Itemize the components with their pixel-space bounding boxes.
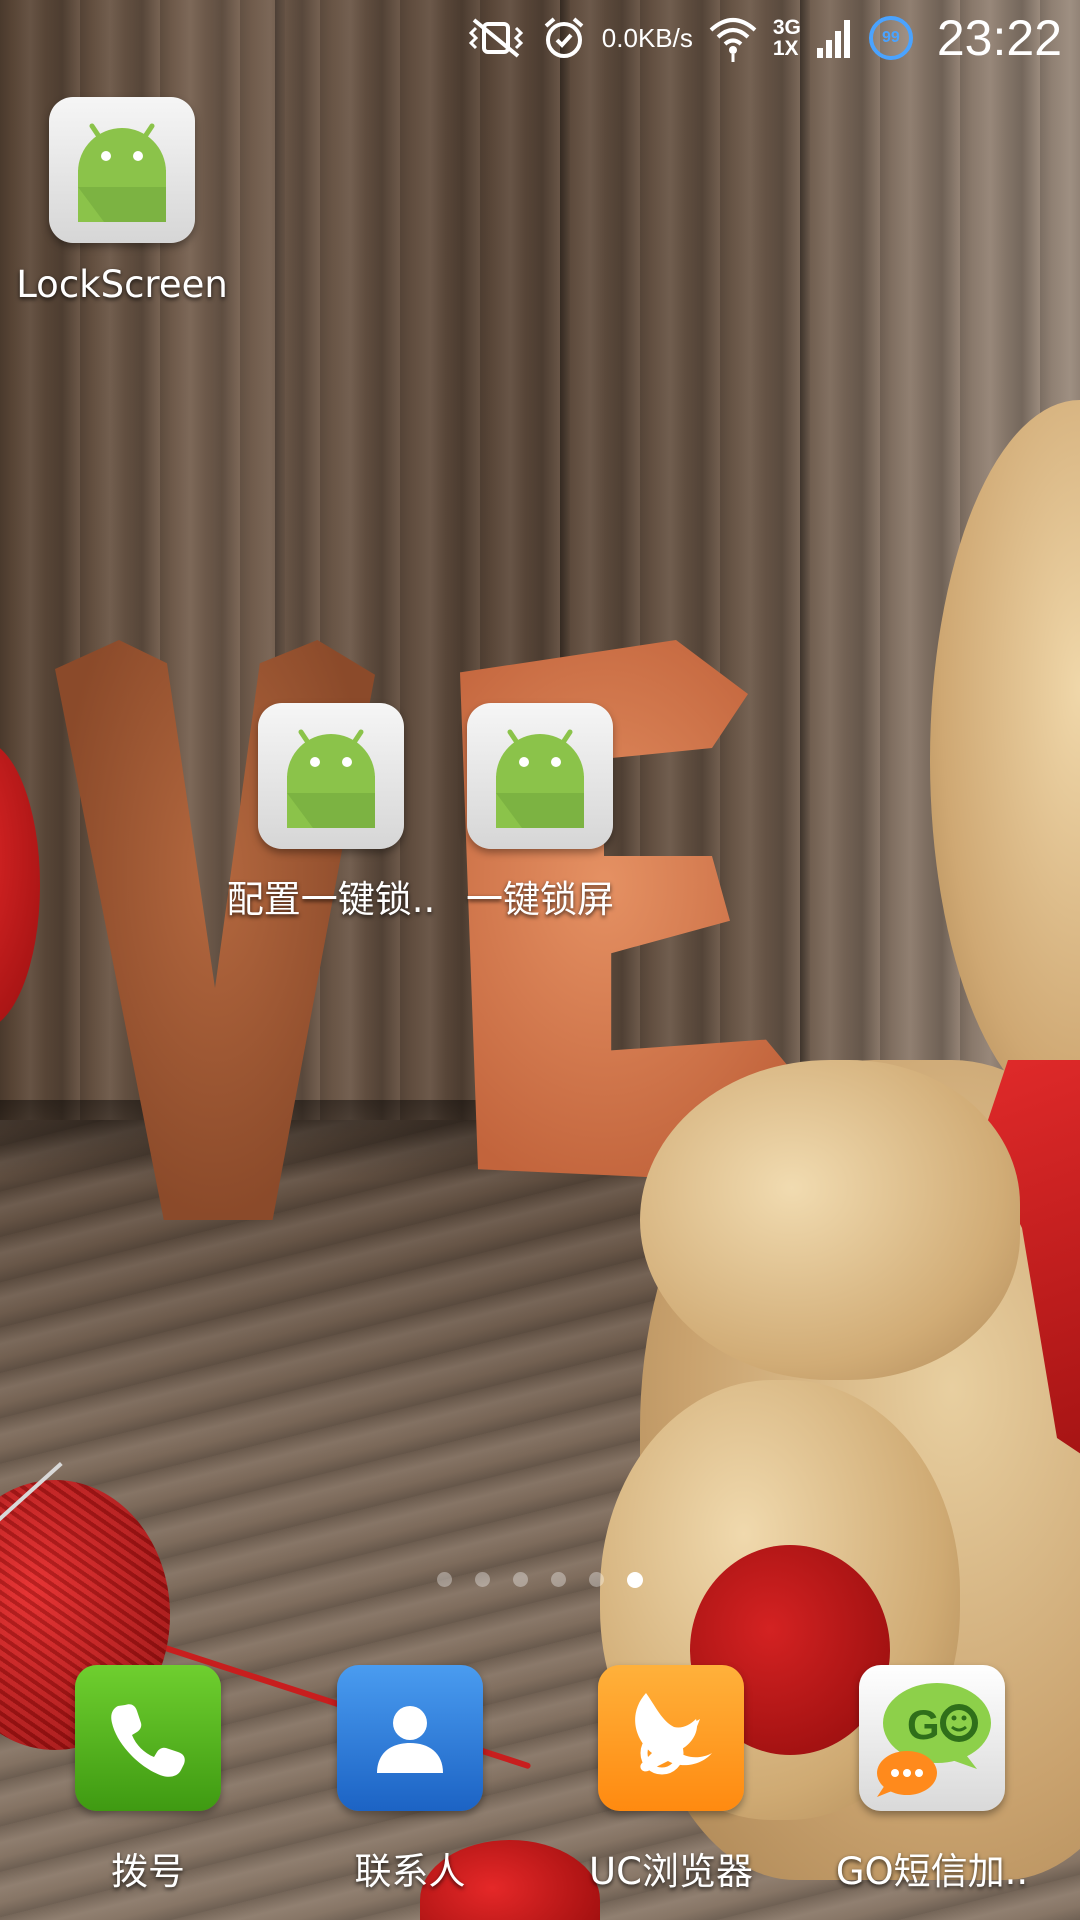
go-sms-icon: G bbox=[859, 1665, 1005, 1811]
network-type: 3G 1X bbox=[773, 17, 801, 59]
app-label: LockScreen bbox=[16, 263, 228, 306]
network-speed: 0.0KB/s bbox=[601, 22, 693, 53]
app-label: 拨号 bbox=[111, 1850, 185, 1893]
app-label: UC浏览器 bbox=[589, 1850, 753, 1893]
vibrate-mute-icon bbox=[466, 16, 526, 60]
app-lockscreen[interactable]: LockScreen bbox=[16, 97, 228, 306]
android-icon bbox=[467, 703, 613, 849]
alarm-clock-icon bbox=[540, 14, 588, 62]
wallpaper-teddy-arm bbox=[640, 1060, 1020, 1380]
app-label: 配置一键锁.. bbox=[226, 878, 436, 921]
android-icon bbox=[49, 97, 195, 243]
page-dot[interactable] bbox=[475, 1572, 490, 1587]
page-dot[interactable] bbox=[551, 1572, 566, 1587]
app-label: 联系人 bbox=[354, 1850, 466, 1893]
network-type-primary: 3G bbox=[772, 16, 801, 39]
app-config-one-key-lock[interactable]: 配置一键锁.. bbox=[226, 703, 436, 923]
home-screen: 0.0KB/s 3G 1X 99 23:22 LockScreen 配置一键锁.… bbox=[0, 0, 1080, 1920]
status-bar: 0.0KB/s 3G 1X 99 23:22 bbox=[0, 0, 1080, 76]
dock-app-contacts[interactable]: 联系人 bbox=[305, 1665, 515, 1895]
app-label: 一键锁屏 bbox=[466, 878, 614, 921]
wifi-icon bbox=[707, 12, 759, 64]
page-indicator bbox=[0, 1572, 1080, 1588]
uc-squirrel-icon bbox=[598, 1665, 744, 1811]
phone-icon bbox=[75, 1665, 221, 1811]
app-one-key-lock[interactable]: 一键锁屏 bbox=[435, 703, 645, 923]
page-dot[interactable] bbox=[589, 1572, 604, 1587]
page-dot[interactable] bbox=[437, 1572, 452, 1587]
contact-icon bbox=[337, 1665, 483, 1811]
dock-app-go-sms[interactable]: G GO短信加.. bbox=[827, 1665, 1037, 1895]
network-type-secondary: 1X bbox=[772, 37, 799, 60]
wallpaper-plank-seam bbox=[800, 0, 810, 1100]
dock-app-uc-browser[interactable]: UC浏览器 bbox=[566, 1665, 776, 1895]
clock-time: 23:22 bbox=[936, 10, 1062, 66]
svg-text:G: G bbox=[907, 1701, 940, 1748]
page-dot-active[interactable] bbox=[627, 1572, 643, 1588]
dock-app-dialer[interactable]: 拨号 bbox=[43, 1665, 253, 1895]
app-label: GO短信加.. bbox=[835, 1850, 1029, 1893]
signal-strength-icon bbox=[815, 16, 855, 60]
battery-icon: 99 bbox=[868, 16, 913, 60]
android-icon bbox=[258, 703, 404, 849]
page-dot[interactable] bbox=[513, 1572, 528, 1587]
